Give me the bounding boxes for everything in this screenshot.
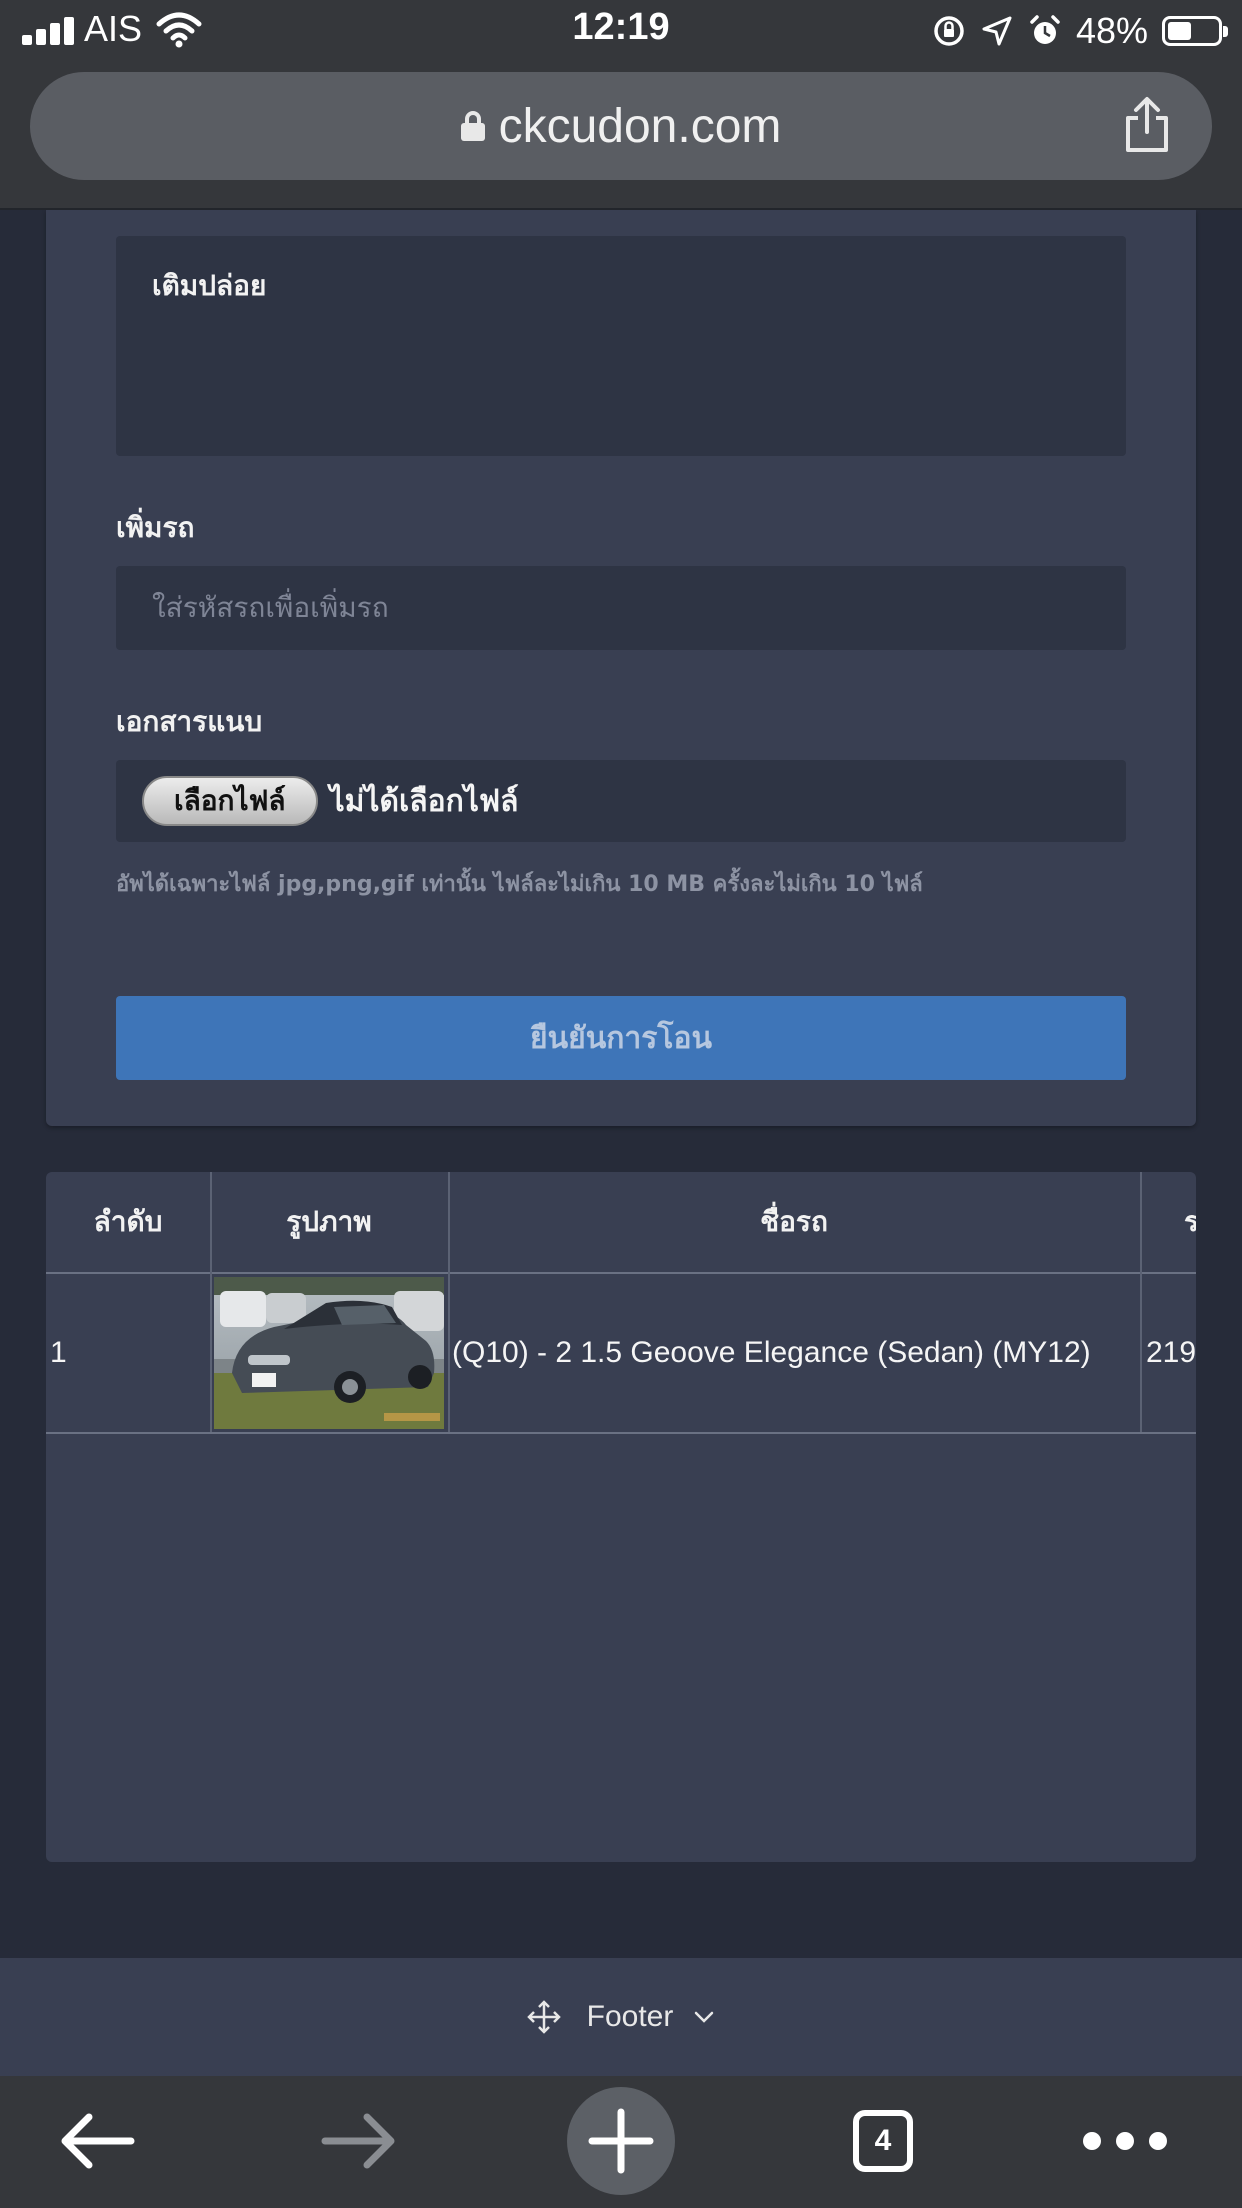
table-row[interactable]: 1 (Q10) - 2 1.5 Geoove Elegance (Sedan) … bbox=[46, 1274, 1196, 1432]
upload-hint: อัพได้เฉพาะไฟล์ jpg,png,gif เท่านั้น ไฟล… bbox=[116, 872, 923, 897]
back-icon bbox=[61, 2113, 135, 2169]
column-divider bbox=[448, 1172, 450, 1432]
choose-file-button[interactable]: เลือกไฟล์ bbox=[142, 776, 318, 826]
column-divider bbox=[210, 1172, 212, 1432]
rotation-lock-icon bbox=[934, 16, 964, 46]
file-status-text: ไม่ได้เลือกไฟล์ bbox=[329, 783, 519, 819]
col-header-partial: ร bbox=[1184, 1205, 1196, 1238]
status-right-group: 48% bbox=[932, 8, 1228, 54]
car-table: ลำดับ รูปภาพ ชื่อรถ ร 1 (Q10) - 2 1.5 Ge… bbox=[46, 1172, 1196, 1862]
col-header-image: รูปภาพ bbox=[286, 1205, 372, 1238]
browser-toolbar: 4 bbox=[0, 2076, 1242, 2208]
forward-button[interactable] bbox=[304, 2086, 414, 2196]
row-image-cell bbox=[210, 1274, 448, 1432]
new-tab-button[interactable] bbox=[566, 2086, 676, 2196]
back-button[interactable] bbox=[42, 2086, 152, 2196]
note-textarea[interactable]: เติมปล่อย bbox=[116, 236, 1126, 456]
battery-level bbox=[1168, 22, 1191, 40]
col-header-car-name: ชื่อรถ bbox=[760, 1205, 828, 1238]
more-button[interactable] bbox=[1070, 2086, 1180, 2196]
row-partial-value: 219 bbox=[1146, 1336, 1196, 1369]
alarm-icon bbox=[1030, 15, 1060, 44]
table-header-row: ลำดับ รูปภาพ ชื่อรถ ร bbox=[46, 1172, 1196, 1272]
footer-toggle[interactable]: Footer bbox=[0, 1958, 1242, 2076]
col-header-index: ลำดับ bbox=[93, 1205, 163, 1238]
page-content: เติมปล่อย เพิ่มรถ ใส่รหัสรถเพื่อเพิ่มรถ … bbox=[0, 210, 1242, 1958]
file-upload-field[interactable]: เลือกไฟล์ ไม่ได้เลือกไฟล์ bbox=[116, 760, 1126, 842]
status-bar: AIS 12:19 48% bbox=[0, 0, 1242, 62]
share-icon[interactable] bbox=[1122, 96, 1172, 154]
attachment-label: เอกสารแนบ bbox=[116, 705, 263, 738]
lock-icon bbox=[460, 111, 485, 141]
confirm-transfer-button[interactable]: ยืนยันการโอน bbox=[116, 996, 1126, 1080]
tabs-button[interactable]: 4 bbox=[828, 2086, 938, 2196]
transfer-form-card: เติมปล่อย เพิ่มรถ ใส่รหัสรถเพื่อเพิ่มรถ … bbox=[46, 210, 1196, 1126]
row-divider bbox=[46, 1432, 1196, 1434]
forward-icon bbox=[321, 2113, 395, 2169]
add-car-label: เพิ่มรถ bbox=[116, 511, 195, 544]
battery-percent: 48% bbox=[1075, 10, 1148, 51]
row-car-name: (Q10) - 2 1.5 Geoove Elegance (Sedan) (M… bbox=[452, 1336, 1091, 1369]
chevron-down-icon bbox=[695, 2011, 714, 2023]
row-index: 1 bbox=[50, 1336, 67, 1369]
location-icon bbox=[982, 16, 1012, 46]
browser-address-bar: ckcudon.com bbox=[0, 62, 1242, 210]
tab-count: 4 bbox=[853, 2110, 913, 2172]
new-tab-icon bbox=[567, 2087, 675, 2195]
car-photo[interactable] bbox=[214, 1277, 444, 1429]
move-arrows-icon bbox=[526, 2000, 561, 2034]
car-code-placeholder: ใส่รหัสรถเพื่อเพิ่มรถ bbox=[152, 591, 389, 624]
footer-label: Footer bbox=[586, 2000, 674, 2033]
column-divider bbox=[1140, 1172, 1142, 1432]
battery-icon bbox=[1162, 16, 1228, 46]
more-icon bbox=[1083, 2132, 1167, 2150]
car-code-input[interactable]: ใส่รหัสรถเพื่อเพิ่มรถ bbox=[116, 566, 1126, 650]
url-text: ckcudon.com bbox=[498, 99, 782, 153]
url-field[interactable]: ckcudon.com bbox=[30, 72, 1212, 180]
